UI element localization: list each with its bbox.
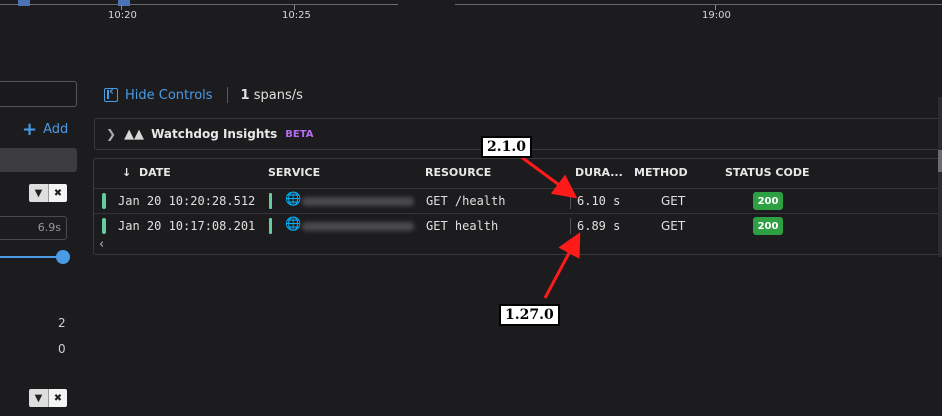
timeline-axis — [455, 4, 942, 5]
timeline-marker — [118, 0, 130, 6]
row-date: Jan 20 10:17:08.201 — [118, 219, 256, 233]
status-indicator — [102, 193, 106, 209]
row-resource: GET /health — [426, 194, 506, 208]
table-row[interactable]: Jan 20 10:20:28.512 🌐 GET /health 6.10 s… — [94, 188, 942, 212]
service-color-bar — [269, 218, 272, 234]
row-method: GET — [661, 194, 686, 208]
row-duration: 6.10 s — [577, 194, 621, 208]
service-name-redacted — [302, 222, 414, 231]
column-header-status-code[interactable]: STATUS CODE — [725, 166, 810, 179]
status-badge: 200 — [753, 217, 783, 235]
timeline-tick-label: 10:25 — [282, 10, 311, 21]
spans-table: ↓ DATE SERVICE RESOURCE DURA... METHOD S… — [93, 158, 942, 255]
add-facet-label: Add — [43, 122, 69, 137]
scrollbar-track[interactable] — [938, 97, 942, 257]
row-method: GET — [661, 219, 686, 233]
globe-icon: 🌐 — [285, 217, 302, 232]
row-resource: GET health — [426, 219, 499, 233]
column-header-method[interactable]: METHOD — [634, 166, 688, 179]
timeline-marker — [18, 0, 30, 6]
facet-filter-controls: ▼ ✖ — [29, 389, 67, 407]
column-divider — [570, 193, 571, 209]
filter-icon[interactable]: ▼ — [29, 184, 48, 202]
beta-badge: BETA — [285, 128, 314, 140]
scrollbar-thumb[interactable] — [938, 150, 942, 172]
table-row[interactable]: Jan 20 10:17:08.201 🌐 GET health 6.89 s … — [94, 213, 942, 237]
timeline-axis — [0, 4, 398, 5]
binoculars-icon: ▲▲ — [124, 126, 145, 142]
annotation-label-top: 2.1.0 — [481, 136, 532, 158]
divider — [226, 87, 228, 103]
controls-bar: Hide Controls 1 spans/s — [104, 84, 303, 104]
timeline-tick-label: 19:00 — [702, 10, 731, 21]
timeline[interactable]: 10:20 10:25 19:00 — [0, 0, 942, 30]
service-name-redacted — [302, 197, 414, 206]
watchdog-insights-title: Watchdog Insights — [151, 127, 278, 141]
column-header-duration[interactable]: DURA... — [575, 166, 623, 179]
facet-count: 0 — [58, 342, 66, 356]
duration-max-field[interactable]: 6.9s — [0, 216, 67, 240]
column-header-service[interactable]: SERVICE — [268, 166, 320, 179]
annotation-label-bottom: 1.27.0 — [499, 304, 560, 326]
scroll-left-icon[interactable]: ‹ — [99, 237, 104, 252]
span-rate-unit: spans/s — [253, 87, 303, 103]
add-facet-button[interactable]: + Add — [22, 118, 69, 140]
facet-filter-controls: ▼ ✖ — [29, 184, 67, 202]
column-header-resource[interactable]: RESOURCE — [425, 166, 491, 179]
sort-arrow-icon[interactable]: ↓ — [122, 166, 131, 179]
collapse-panel-icon[interactable] — [104, 84, 118, 102]
facet-count: 2 — [58, 316, 66, 330]
status-indicator — [102, 218, 106, 234]
chevron-right-icon[interactable]: ❯ — [106, 127, 116, 141]
duration-slider-handle[interactable] — [56, 250, 70, 264]
row-date: Jan 20 10:20:28.512 — [118, 194, 256, 208]
close-icon[interactable]: ✖ — [48, 389, 67, 407]
close-icon[interactable]: ✖ — [48, 184, 67, 202]
column-header-date[interactable]: DATE — [139, 166, 171, 179]
facet-group-header[interactable] — [0, 148, 77, 172]
timeline-tick-label: 10:20 — [108, 10, 137, 21]
service-color-bar — [269, 193, 272, 209]
span-rate-count: 1 — [240, 87, 250, 103]
column-divider — [570, 218, 571, 234]
globe-icon: 🌐 — [285, 192, 302, 207]
duration-slider-track[interactable] — [0, 256, 62, 258]
span-rate: 1 spans/s — [241, 88, 303, 103]
filter-icon[interactable]: ▼ — [29, 389, 48, 407]
facet-search-input[interactable] — [0, 81, 77, 107]
hide-controls-button[interactable]: Hide Controls — [125, 88, 213, 103]
status-badge: 200 — [753, 192, 783, 210]
plus-icon: + — [22, 118, 38, 140]
row-duration: 6.89 s — [577, 219, 621, 233]
